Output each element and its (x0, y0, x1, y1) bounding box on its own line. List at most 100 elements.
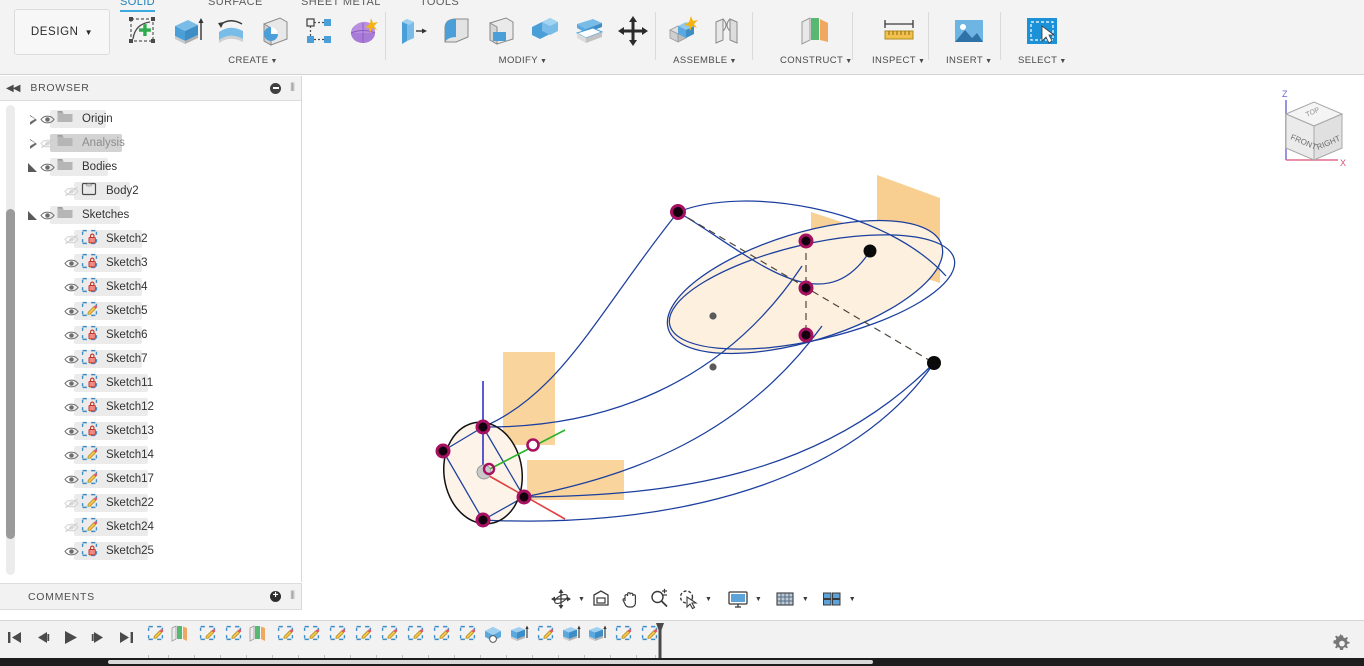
timeline-construction-plane[interactable] (168, 625, 194, 657)
browser-item-sketch24[interactable]: Sketch24 (50, 517, 154, 537)
timeline-loft[interactable] (480, 625, 506, 657)
insert-image-icon[interactable] (948, 10, 990, 52)
display-settings-icon[interactable] (725, 586, 751, 612)
zoom-window-icon[interactable] (675, 586, 701, 612)
browser-item-bodies[interactable]: Bodies (26, 157, 117, 177)
bottom-scrollbar-thumb[interactable] (108, 660, 873, 664)
browser-item-sketch3[interactable]: Sketch3 (50, 253, 148, 273)
visibility-eye-icon[interactable] (40, 210, 57, 221)
chevron-down-icon[interactable]: ▼ (705, 596, 712, 603)
tab-surface[interactable]: SURFACE (208, 0, 263, 8)
group-label-create[interactable]: CREATE ▼ (228, 55, 278, 66)
tree-toggle-down-icon[interactable] (26, 160, 40, 174)
comments-panel[interactable]: COMMENTS + ⦀ (0, 583, 302, 610)
timeline-sketch[interactable] (532, 625, 558, 657)
browser-item-sketch6[interactable]: Sketch6 (50, 325, 148, 345)
group-label-assemble[interactable]: ASSEMBLE ▼ (673, 55, 737, 66)
skip-to-end-button[interactable] (118, 629, 135, 651)
measure-ruler-icon[interactable] (878, 10, 920, 52)
timeline-sketch[interactable] (402, 625, 428, 657)
tab-solid[interactable]: SOLID (120, 0, 156, 12)
visibility-eye-icon[interactable] (64, 546, 81, 557)
browser-item-sketch12[interactable]: Sketch12 (50, 397, 154, 417)
browser-item-sketch2[interactable]: Sketch2 (50, 229, 148, 249)
pan-hand-icon[interactable] (617, 586, 643, 612)
timeline-sketch[interactable] (610, 625, 636, 657)
sweep-icon[interactable] (254, 10, 296, 52)
visibility-eye-icon[interactable] (40, 162, 57, 173)
shell-icon[interactable] (480, 10, 522, 52)
timeline-sketch[interactable] (272, 625, 298, 657)
viewports-icon[interactable] (819, 586, 845, 612)
tab-sheet-metal[interactable]: SHEET METAL (301, 0, 381, 8)
visibility-eye-icon[interactable] (64, 354, 81, 365)
visibility-eye-icon[interactable] (64, 378, 81, 389)
visibility-eye-off-icon[interactable] (64, 522, 81, 533)
visibility-eye-icon[interactable] (64, 402, 81, 413)
visibility-eye-icon[interactable] (64, 258, 81, 269)
move-copy-icon[interactable] (612, 10, 654, 52)
visibility-eye-icon[interactable] (64, 450, 81, 461)
grid-snap-icon[interactable] (772, 586, 798, 612)
timeline-sketch[interactable] (298, 625, 324, 657)
timeline-sketch[interactable] (376, 625, 402, 657)
browser-item-analysis[interactable]: Analysis (26, 133, 125, 153)
group-label-modify[interactable]: MODIFY ▼ (499, 55, 548, 66)
browser-item-sketch17[interactable]: Sketch17 (50, 469, 154, 489)
settings-gear-icon[interactable] (1333, 633, 1352, 653)
visibility-eye-off-icon[interactable] (64, 186, 81, 197)
timeline-extrude[interactable] (506, 625, 532, 657)
timeline-sketch[interactable] (454, 625, 480, 657)
tab-tools[interactable]: TOOLS (420, 0, 459, 8)
play-button[interactable] (62, 629, 79, 651)
group-label-select[interactable]: SELECT ▼ (1018, 55, 1067, 66)
browser-item-sketch4[interactable]: Sketch4 (50, 277, 148, 297)
timeline-extrude[interactable] (584, 625, 610, 657)
new-component-icon[interactable] (662, 10, 704, 52)
extrude-icon[interactable] (166, 10, 208, 52)
chevron-down-icon[interactable]: ▼ (849, 596, 856, 603)
zoom-icon[interactable] (646, 586, 672, 612)
browser-item-body2[interactable]: Body2 (50, 181, 139, 201)
timeline-sketch[interactable] (428, 625, 454, 657)
visibility-eye-icon[interactable] (64, 330, 81, 341)
bottom-scrollbar-track[interactable] (0, 658, 1364, 666)
chevron-down-icon[interactable]: ▼ (755, 596, 762, 603)
loft-icon[interactable] (342, 10, 384, 52)
timeline-extrude[interactable] (558, 625, 584, 657)
press-pull-icon[interactable] (392, 10, 434, 52)
visibility-eye-off-icon[interactable] (64, 234, 81, 245)
look-at-icon[interactable] (588, 586, 614, 612)
collapse-circle-icon[interactable] (270, 82, 281, 94)
timeline-sketch[interactable] (220, 625, 246, 657)
tree-toggle-down-icon[interactable] (26, 208, 40, 222)
joint-icon[interactable] (706, 10, 748, 52)
visibility-eye-icon[interactable] (64, 474, 81, 485)
group-label-insert[interactable]: INSERT ▼ (946, 55, 992, 66)
timeline-end-marker[interactable] (654, 622, 666, 660)
timeline-construction-plane[interactable] (246, 625, 272, 657)
browser-item-sketch14[interactable]: Sketch14 (50, 445, 154, 465)
select-cursor-icon[interactable] (1021, 10, 1063, 52)
orbit-icon[interactable] (548, 586, 574, 612)
add-comment-icon[interactable]: + (270, 591, 281, 602)
construction-plane-icon[interactable] (795, 10, 837, 52)
view-cube[interactable]: Z X FRONT RIGHT TOP (1260, 84, 1364, 176)
timeline-sketch[interactable] (194, 625, 220, 657)
chevron-down-icon[interactable]: ▼ (802, 596, 809, 603)
browser-item-sketch5[interactable]: Sketch5 (50, 301, 148, 321)
combine-icon[interactable] (524, 10, 566, 52)
tree-toggle-right-icon[interactable] (26, 136, 40, 150)
timeline-sketch[interactable] (350, 625, 376, 657)
chevron-down-icon[interactable]: ▼ (578, 596, 585, 603)
panel-resize-grip[interactable]: ⦀ (290, 82, 295, 95)
3d-viewport[interactable]: Z X FRONT RIGHT TOP (302, 76, 1364, 620)
visibility-eye-off-icon[interactable] (40, 138, 57, 149)
visibility-eye-icon[interactable] (64, 426, 81, 437)
group-label-inspect[interactable]: INSPECT ▼ (872, 55, 925, 66)
sketch-create-icon[interactable] (122, 10, 164, 52)
panel-resize-grip[interactable]: ⦀ (290, 590, 295, 603)
browser-item-sketch13[interactable]: Sketch13 (50, 421, 154, 441)
revolve-icon[interactable] (210, 10, 252, 52)
visibility-eye-icon[interactable] (40, 114, 57, 125)
